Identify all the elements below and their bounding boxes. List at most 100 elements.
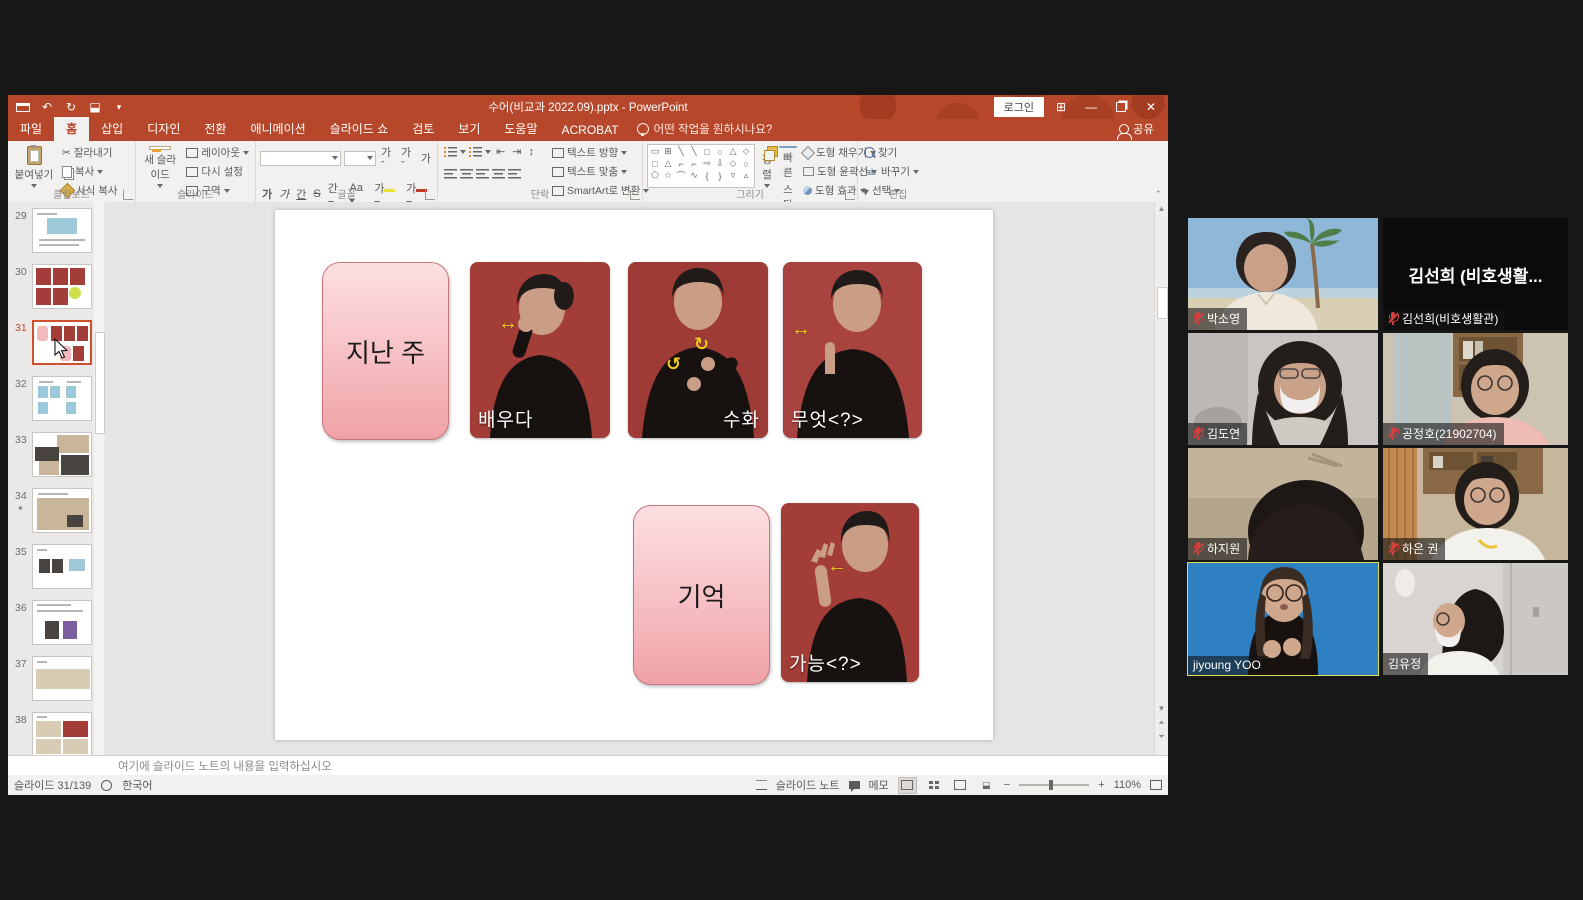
scroll-down-icon[interactable]: ▼ (1155, 702, 1168, 715)
next-slide-icon[interactable]: ⏷ (1155, 730, 1168, 743)
find-button[interactable]: 찾기 (862, 144, 921, 161)
font-dialog-launcher[interactable] (425, 190, 435, 200)
quick-styles-button[interactable]: 빠른스타일 (779, 144, 797, 188)
slide-sorter-view-button[interactable] (926, 778, 943, 793)
zoom-slider-knob[interactable] (1049, 780, 1053, 790)
replace-button[interactable]: ab바꾸기 (862, 163, 921, 180)
font-size-combobox[interactable] (344, 151, 376, 166)
text-direction-button[interactable]: 텍스트 방향 (550, 144, 651, 161)
thumbnail-slide-34[interactable]: 34 ✶ (8, 488, 105, 534)
thumbnail-slide-33[interactable]: 33 (8, 432, 105, 478)
tell-me-search[interactable]: 어떤 작업을 원하시나요? (637, 121, 773, 141)
scroll-up-icon[interactable]: ▲ (1155, 202, 1168, 215)
tab-insert[interactable]: 삽입 (89, 117, 135, 141)
reading-view-button[interactable] (952, 778, 969, 793)
shrink-font-button[interactable]: 가ˇ (399, 144, 416, 172)
slide-editing-canvas[interactable]: 지난 주 ↔ 배우다 (105, 202, 1168, 755)
participant-tile-3[interactable]: 김도연 (1188, 333, 1378, 445)
numbering-icon[interactable] (469, 146, 482, 157)
normal-view-button[interactable] (898, 777, 917, 794)
thumbnail-slide-38[interactable]: 38 (8, 712, 105, 755)
tab-help[interactable]: 도움말 (492, 117, 549, 141)
line-spacing-icon[interactable]: ↕ (526, 146, 536, 158)
zoom-out-button[interactable]: − (1004, 779, 1010, 791)
language-indicator[interactable]: 한국어 (122, 777, 152, 793)
textbox-memory[interactable]: 기억 (633, 505, 770, 685)
fit-slide-to-window-icon[interactable] (1150, 780, 1162, 790)
decrease-indent-icon[interactable]: ⇤ (494, 145, 507, 158)
clipboard-dialog-launcher[interactable] (123, 190, 133, 200)
notes-pane[interactable]: 여기에 슬라이드 노트의 내용을 입력하십시오 (8, 755, 1168, 775)
login-button[interactable]: 로그인 (994, 97, 1044, 117)
sign-photo-learn[interactable]: ↔ 배우다 (470, 262, 610, 438)
previous-slide-icon[interactable]: ⏶ (1155, 716, 1168, 729)
participant-tile-7-active-speaker[interactable]: jiyoung YOO (1188, 563, 1378, 675)
paragraph-dialog-launcher[interactable] (630, 190, 640, 200)
tab-slideshow[interactable]: 슬라이드 쇼 (318, 117, 401, 141)
memo-toggle[interactable]: 메모 (869, 777, 889, 793)
notes-toggle[interactable]: 슬라이드 노트 (776, 777, 840, 793)
participant-tile-1[interactable]: 박소영 (1188, 218, 1378, 330)
arrange-button[interactable]: 정렬 (759, 144, 775, 188)
cut-button[interactable]: ✂잘라내기 (60, 144, 120, 161)
tab-review[interactable]: 검토 (400, 117, 446, 141)
tab-file[interactable]: 파일 (8, 117, 54, 141)
canvas-scrollbar[interactable]: ▲ ▼ ⏶ ⏷ (1154, 202, 1168, 755)
participant-tile-8[interactable]: 김유정 (1383, 563, 1568, 675)
tab-design[interactable]: 디자인 (135, 117, 192, 141)
copy-button[interactable]: 복사 (60, 163, 120, 180)
new-slide-button[interactable]: 새 슬라이드 (140, 144, 180, 188)
collapse-ribbon-icon[interactable]: ⌃ (1154, 189, 1162, 200)
thumbnail-slide-30[interactable]: 30 (8, 264, 105, 310)
zoom-in-button[interactable]: + (1098, 779, 1104, 791)
sign-photo-possible[interactable]: ← 가능<?> (781, 503, 919, 682)
increase-indent-icon[interactable]: ⇥ (510, 145, 523, 158)
minimize-button[interactable]: — (1078, 97, 1104, 117)
close-button[interactable]: ✕ (1138, 97, 1164, 117)
tab-transitions[interactable]: 전환 (192, 117, 238, 141)
columns-icon[interactable] (508, 168, 521, 179)
accessibility-icon[interactable] (101, 780, 112, 791)
drawing-dialog-launcher[interactable] (845, 190, 855, 200)
tab-home[interactable]: 홈 (54, 117, 89, 141)
thumbnail-slide-35[interactable]: 35 (8, 544, 105, 590)
participant-tile-4[interactable]: 공정호(21902704) (1383, 333, 1568, 445)
slide-counter[interactable]: 슬라이드 31/139 (14, 777, 91, 793)
tab-view[interactable]: 보기 (446, 117, 492, 141)
tab-animations[interactable]: 애니메이션 (238, 117, 317, 141)
layout-button[interactable]: 레이아웃 (184, 144, 251, 161)
align-left-icon[interactable] (444, 168, 457, 179)
grow-font-button[interactable]: 가ˆ (379, 144, 396, 172)
bullets-icon[interactable] (444, 146, 457, 157)
sign-photo-what[interactable]: ↔ 무엇<?> (783, 262, 922, 438)
thumbnail-scrollbar[interactable] (94, 202, 104, 755)
align-center-icon[interactable] (460, 168, 473, 179)
notes-toggle-icon (756, 780, 767, 790)
share-button[interactable]: 공유 (1105, 121, 1168, 141)
align-right-icon[interactable] (476, 168, 489, 179)
participant-tile-6[interactable]: 하은 권 (1383, 448, 1568, 560)
textbox-last-week[interactable]: 지난 주 (322, 262, 449, 440)
zoom-percentage[interactable]: 110% (1114, 779, 1141, 791)
slideshow-view-button[interactable]: ⬓ (978, 778, 995, 793)
justify-icon[interactable] (492, 168, 505, 179)
thumbnail-slide-36[interactable]: 36 (8, 600, 105, 646)
reset-button[interactable]: 다시 설정 (184, 163, 251, 180)
shape-gallery[interactable]: ▭⊞╲╲□○△⬦ □△⌐⌐⇨⇩◇○ ⬠☆⌒∿{}▿▵ (647, 144, 755, 188)
thumbnail-slide-37[interactable]: 37 (8, 656, 105, 702)
align-text-button[interactable]: 텍스트 맞춤 (550, 163, 651, 180)
sign-photo-sign-language[interactable]: ↺ ↻ 수화 (628, 262, 768, 438)
slide-31[interactable]: 지난 주 ↔ 배우다 (275, 210, 993, 740)
font-name-combobox[interactable] (260, 151, 341, 166)
paste-button[interactable]: 붙여넣기 (12, 144, 56, 188)
clear-formatting-button[interactable]: 가 (419, 150, 433, 166)
participant-tile-5[interactable]: 하지원 (1188, 448, 1378, 560)
tab-acrobat[interactable]: ACROBAT (550, 120, 631, 141)
scrollbar-thumb[interactable] (1157, 287, 1168, 319)
zoom-slider[interactable] (1019, 784, 1089, 786)
ribbon-display-options-icon[interactable]: ⊞ (1048, 97, 1074, 117)
thumbnail-slide-32[interactable]: 32 (8, 376, 105, 422)
thumbnail-slide-29[interactable]: 29 (8, 208, 105, 254)
participant-tile-2[interactable]: 김선희 (비호생활... 김선희(비호생활관) (1383, 218, 1568, 330)
restore-button[interactable] (1108, 97, 1134, 117)
